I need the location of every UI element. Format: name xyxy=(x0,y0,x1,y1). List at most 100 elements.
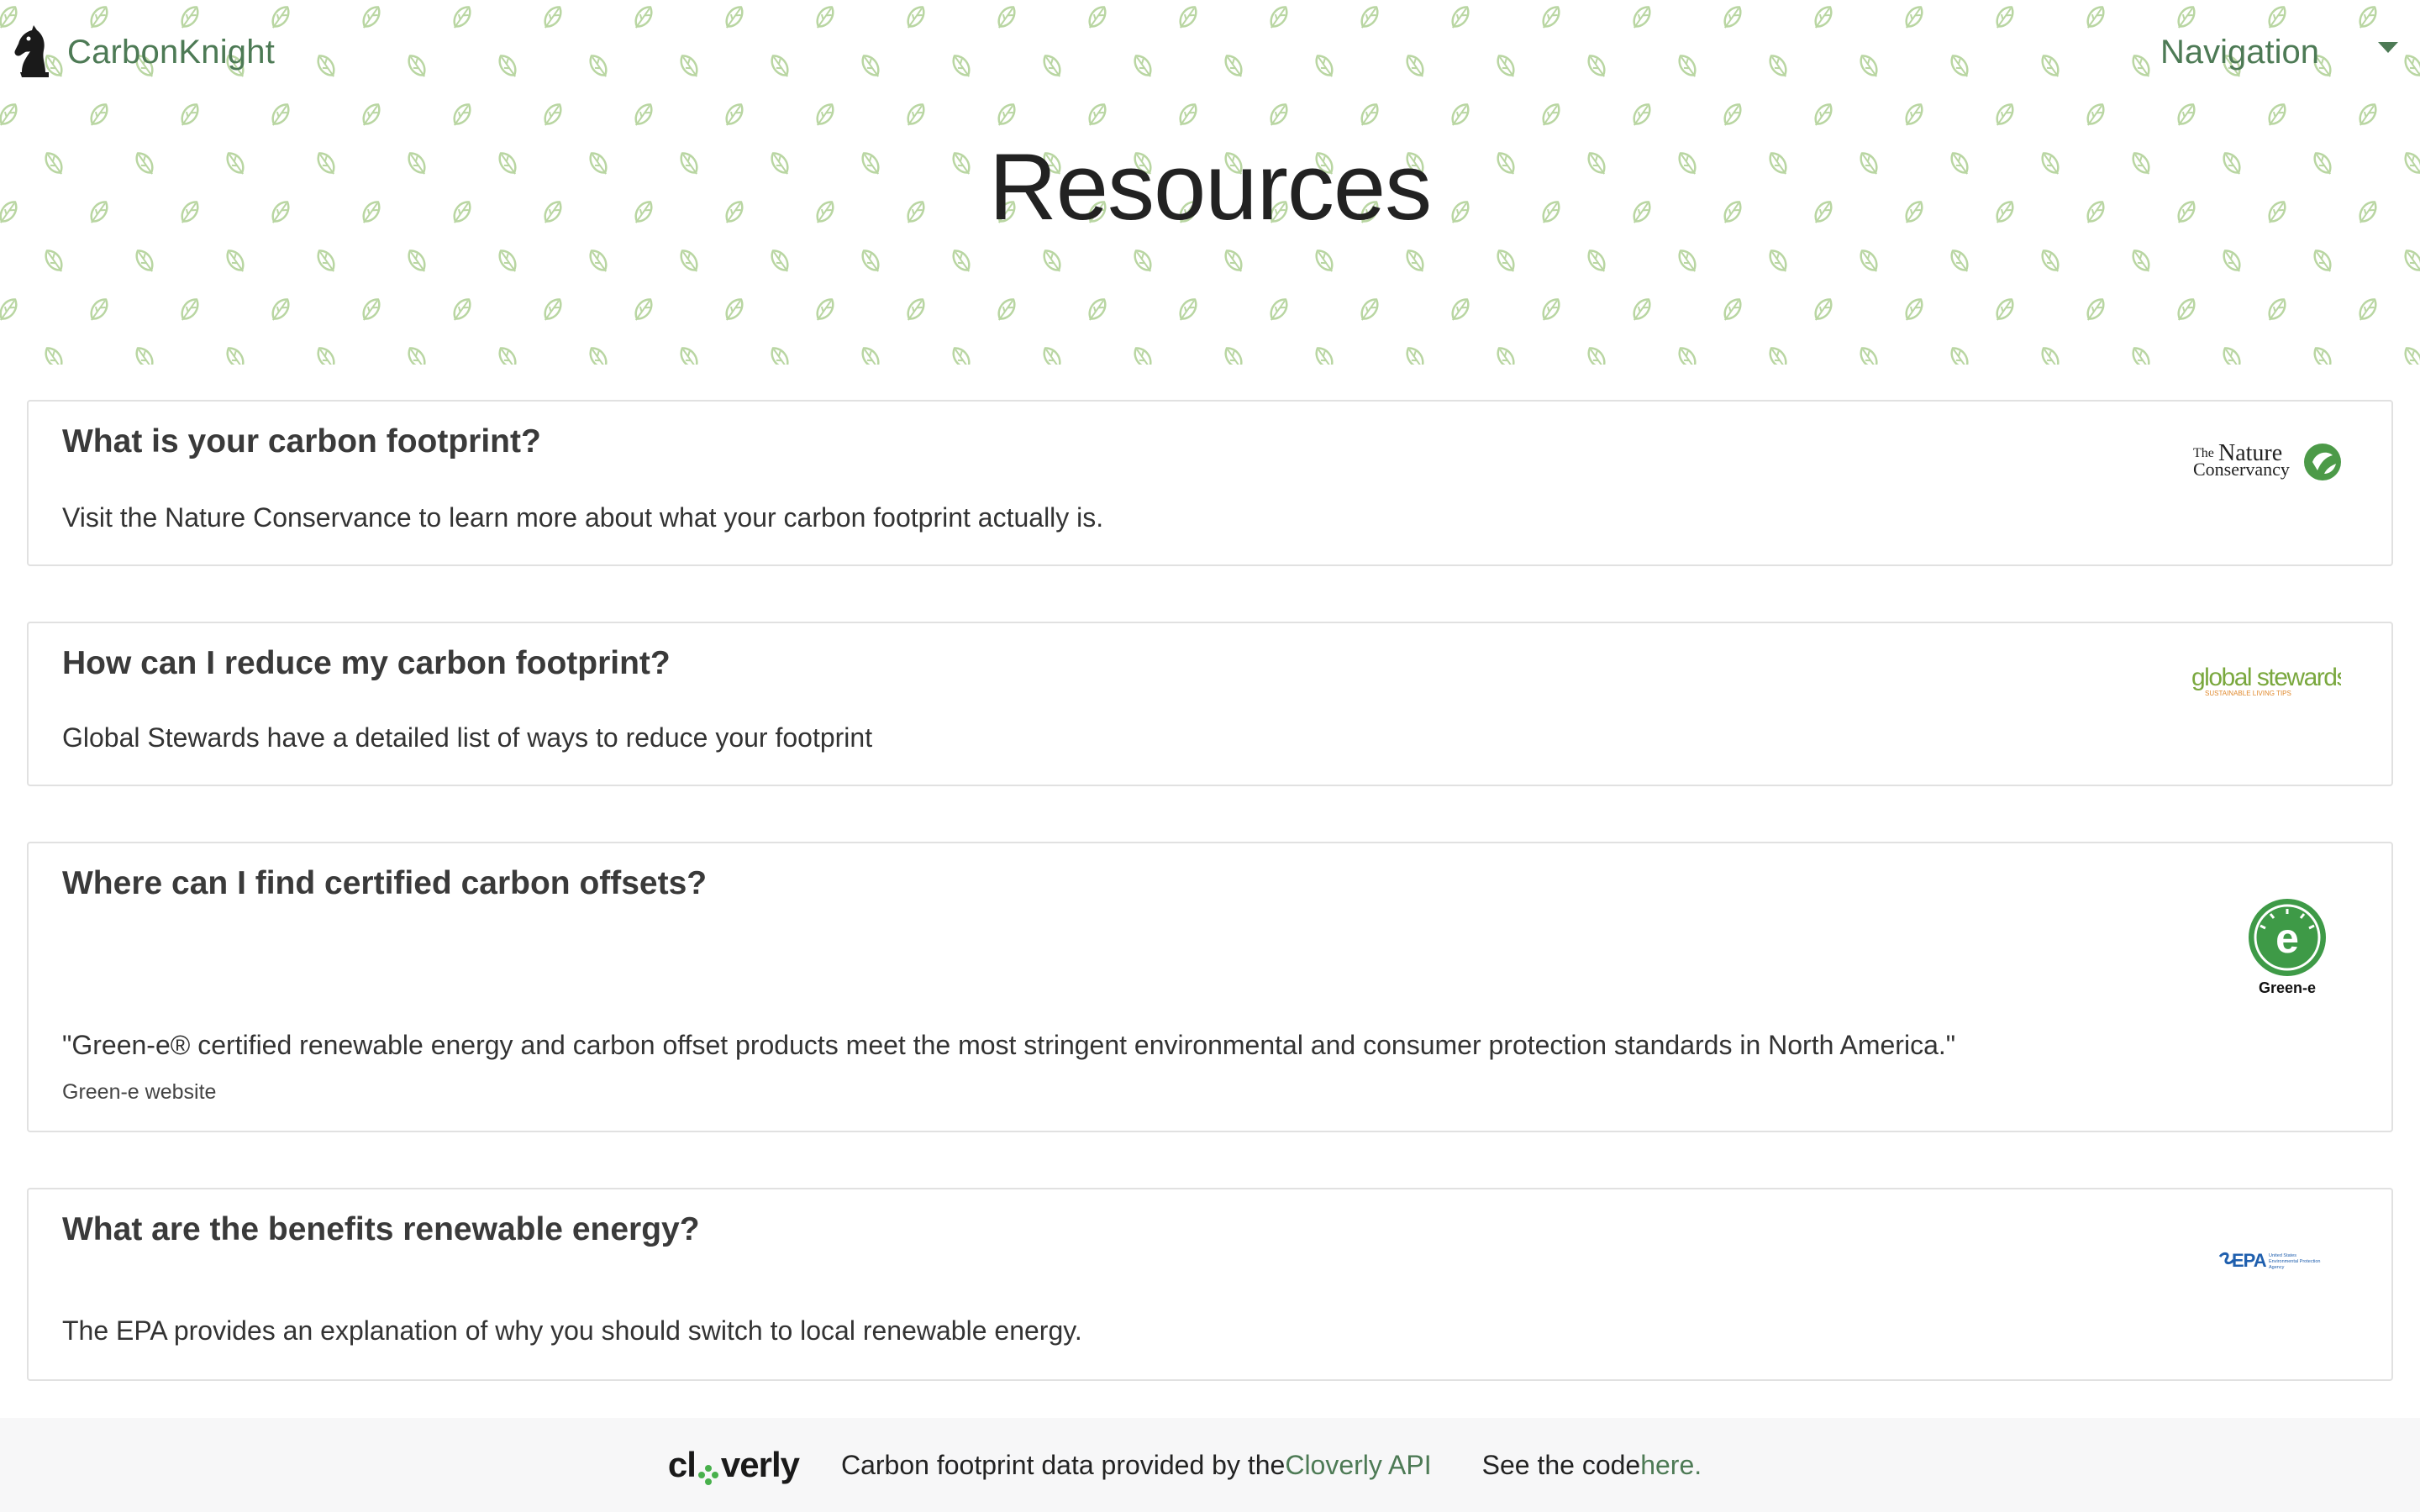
leaf-icon xyxy=(1406,249,1424,272)
leaf-icon xyxy=(771,347,789,365)
cloverly-logo-text-start: cl xyxy=(667,1445,697,1484)
leaf-icon xyxy=(634,103,653,126)
leaf-icon xyxy=(2359,298,2377,321)
leaf-icon xyxy=(2359,103,2377,126)
leaf-icon xyxy=(1814,298,1833,321)
leaf-icon xyxy=(2404,347,2420,365)
leaf-icon xyxy=(816,103,834,126)
green-e-mark: e xyxy=(2275,915,2299,962)
green-e-logo[interactable]: e Green-e xyxy=(2245,897,2338,1001)
brand-link[interactable]: CarbonKnight xyxy=(13,25,275,79)
leaf-icon xyxy=(2086,103,2105,126)
card-text: Visit the Nature Conservance to learn mo… xyxy=(62,502,1104,533)
leaf-icon xyxy=(861,347,880,365)
leaf-icon xyxy=(408,347,426,365)
leaf-icon xyxy=(181,103,199,126)
leaf-icon xyxy=(453,103,471,126)
leaf-icon xyxy=(1587,249,1606,272)
leaf-icon xyxy=(135,249,154,272)
resource-card-renewable-benefits: What are the benefits renewable energy? … xyxy=(27,1188,2393,1381)
logo-text-tagline: SUSTAINABLE LIVING TIPS xyxy=(2205,690,2291,697)
navigation-label: Navigation xyxy=(2160,33,2319,71)
resource-list: What is your carbon footprint? Visit the… xyxy=(27,400,2393,1436)
leaf-icon xyxy=(1996,103,2014,126)
leaf-icon xyxy=(498,249,517,272)
leaf-icon xyxy=(1134,249,1152,272)
leaf-icon xyxy=(861,249,880,272)
leaf-icon xyxy=(408,249,426,272)
leaf-icon xyxy=(0,298,18,321)
leaf-icon xyxy=(1270,103,1288,126)
cloverly-logo[interactable]: cl verly xyxy=(667,1445,800,1485)
nature-conservancy-logo[interactable]: The Nature Conservancy xyxy=(2190,437,2341,487)
leaf-icon xyxy=(1451,103,1470,126)
leaf-icon xyxy=(90,298,108,321)
leaf-icon xyxy=(725,298,744,321)
leaf-icon xyxy=(1542,103,1560,126)
brand-name: CarbonKnight xyxy=(67,33,276,71)
leaf-icon xyxy=(1179,298,1197,321)
leaf-icon xyxy=(1224,249,1243,272)
leaf-icon xyxy=(317,347,335,365)
leaf-icon xyxy=(1497,347,1515,365)
leaf-icon xyxy=(2268,298,2286,321)
logo-text-conservancy: Conservancy xyxy=(2193,459,2290,480)
global-stewards-logo[interactable]: global stewards SUSTAINABLE LIVING TIPS xyxy=(2190,660,2349,702)
leaf-icon xyxy=(2223,347,2241,365)
leaf-icon xyxy=(1769,249,1787,272)
leaf-icon xyxy=(1678,249,1697,272)
leaf-icon xyxy=(2313,347,2332,365)
source-code-link[interactable]: here. xyxy=(1640,1450,1702,1481)
leaf-icon xyxy=(1224,347,1243,365)
leaf-icon xyxy=(0,103,18,126)
leaf-icon xyxy=(1406,347,1424,365)
card-title: What are the benefits renewable energy? xyxy=(62,1211,700,1247)
card-title: Where can I find certified carbon offset… xyxy=(62,865,708,901)
leaf-icon xyxy=(226,347,245,365)
leaf-icon xyxy=(1814,103,1833,126)
leaf-icon xyxy=(271,103,290,126)
leaf-icon xyxy=(2223,249,2241,272)
leaf-icon xyxy=(1315,249,1334,272)
leaf-icon xyxy=(45,347,63,365)
leaf-icon xyxy=(680,249,698,272)
leaf-icon xyxy=(453,298,471,321)
leaf-icon xyxy=(1950,347,1969,365)
leaf-icon xyxy=(2132,347,2150,365)
leaf-icon xyxy=(907,103,925,126)
epa-subtext-2: Environmental Protection xyxy=(2269,1259,2320,1264)
leaf-icon xyxy=(680,347,698,365)
leaf-icon xyxy=(1088,103,1107,126)
leaf-icon xyxy=(1179,103,1197,126)
clover-icon xyxy=(697,1455,720,1485)
leaf-icon xyxy=(725,103,744,126)
resource-card-carbon-footprint: What is your carbon footprint? Visit the… xyxy=(27,400,2393,566)
leaf-icon xyxy=(952,249,971,272)
epa-logo[interactable]: EPA United States Environmental Protecti… xyxy=(2215,1247,2341,1280)
leaf-icon xyxy=(1633,298,1651,321)
leaf-icon xyxy=(1587,347,1606,365)
leaf-icon xyxy=(2177,298,2196,321)
epa-subtext-3: Agency xyxy=(2269,1265,2285,1270)
cloverly-api-link[interactable]: Cloverly API xyxy=(1285,1450,1431,1481)
leaf-icon xyxy=(1451,298,1470,321)
epa-subtext-1: United States xyxy=(2269,1253,2296,1258)
leaf-icon xyxy=(271,298,290,321)
leaf-icon xyxy=(1769,347,1787,365)
leaf-icon xyxy=(1860,249,1878,272)
leaf-icon xyxy=(45,249,63,272)
leaf-icon xyxy=(589,249,608,272)
leaf-icon xyxy=(226,249,245,272)
leaf-icon xyxy=(2177,103,2196,126)
leaf-icon xyxy=(1270,298,1288,321)
navigation-dropdown[interactable]: Navigation xyxy=(2160,34,2398,71)
globe-leaf-icon xyxy=(2304,444,2341,480)
leaf-icon xyxy=(1497,249,1515,272)
caret-down-icon xyxy=(2378,41,2398,53)
leaf-icon xyxy=(1360,103,1379,126)
card-title: What is your carbon footprint? xyxy=(62,423,541,459)
leaf-icon xyxy=(589,347,608,365)
leaf-icon xyxy=(1542,298,1560,321)
leaf-icon xyxy=(544,298,562,321)
leaf-icon xyxy=(1905,103,1923,126)
